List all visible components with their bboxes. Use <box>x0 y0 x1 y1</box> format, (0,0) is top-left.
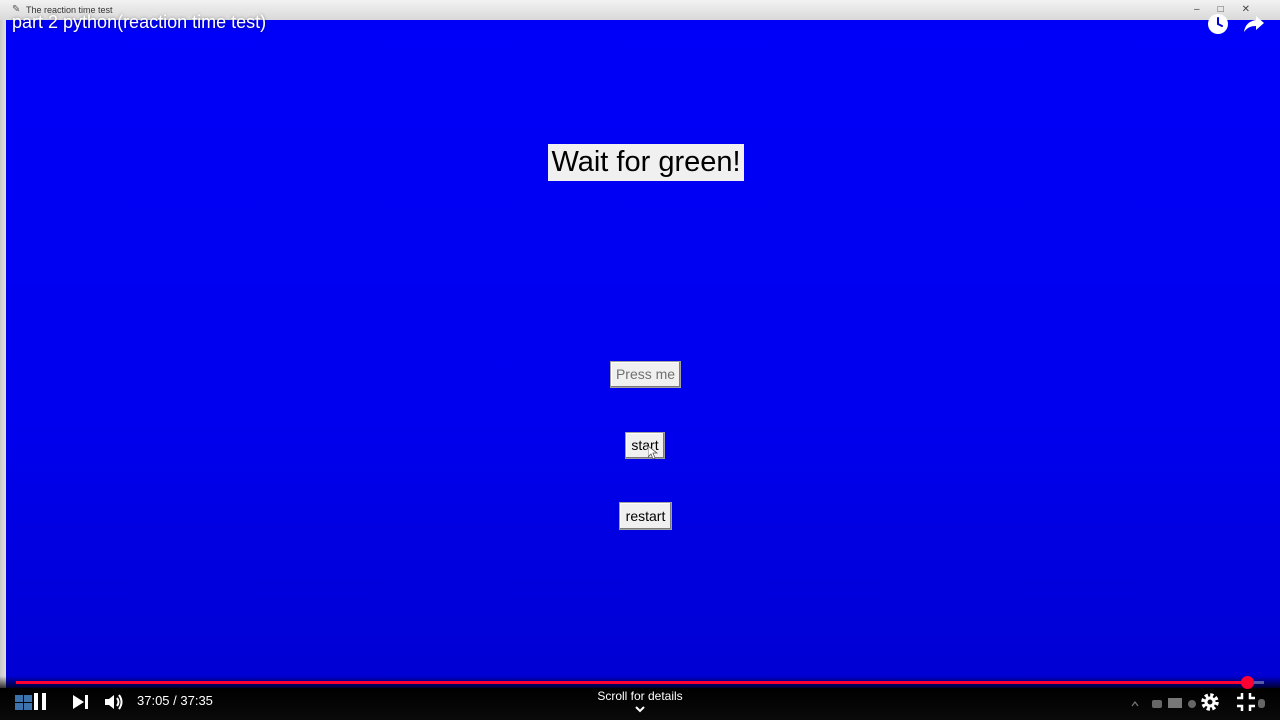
clock-icon[interactable] <box>1206 12 1230 36</box>
scroll-for-details-label[interactable]: Scroll for details <box>560 689 720 703</box>
video-player[interactable]: ✎ The reaction time test –□✕ Wait for gr… <box>0 0 1280 720</box>
exit-fullscreen-icon[interactable] <box>1234 690 1258 714</box>
pause-icon[interactable] <box>32 690 56 714</box>
volume-icon[interactable] <box>102 690 126 714</box>
app-window: ✎ The reaction time test –□✕ Wait for gr… <box>0 0 1280 688</box>
time-display: 37:05 / 37:35 <box>137 693 213 708</box>
progress-scrubber-handle[interactable] <box>1240 676 1254 689</box>
progress-fill <box>16 681 1247 684</box>
next-icon[interactable] <box>70 690 94 714</box>
video-title[interactable]: part 2 python(reaction time test) <box>12 12 266 33</box>
gear-icon[interactable] <box>1198 690 1222 714</box>
press-me-button[interactable]: Press me <box>610 361 681 388</box>
start-button[interactable]: start <box>625 432 665 459</box>
instruction-label: Wait for green! <box>548 144 744 181</box>
restart-button[interactable]: restart <box>619 502 672 530</box>
chevron-down-icon[interactable] <box>634 705 646 715</box>
progress-bar[interactable] <box>16 676 1264 689</box>
mouse-cursor-icon <box>648 446 658 460</box>
app-canvas <box>6 20 1280 688</box>
share-arrow-icon[interactable] <box>1242 12 1266 36</box>
